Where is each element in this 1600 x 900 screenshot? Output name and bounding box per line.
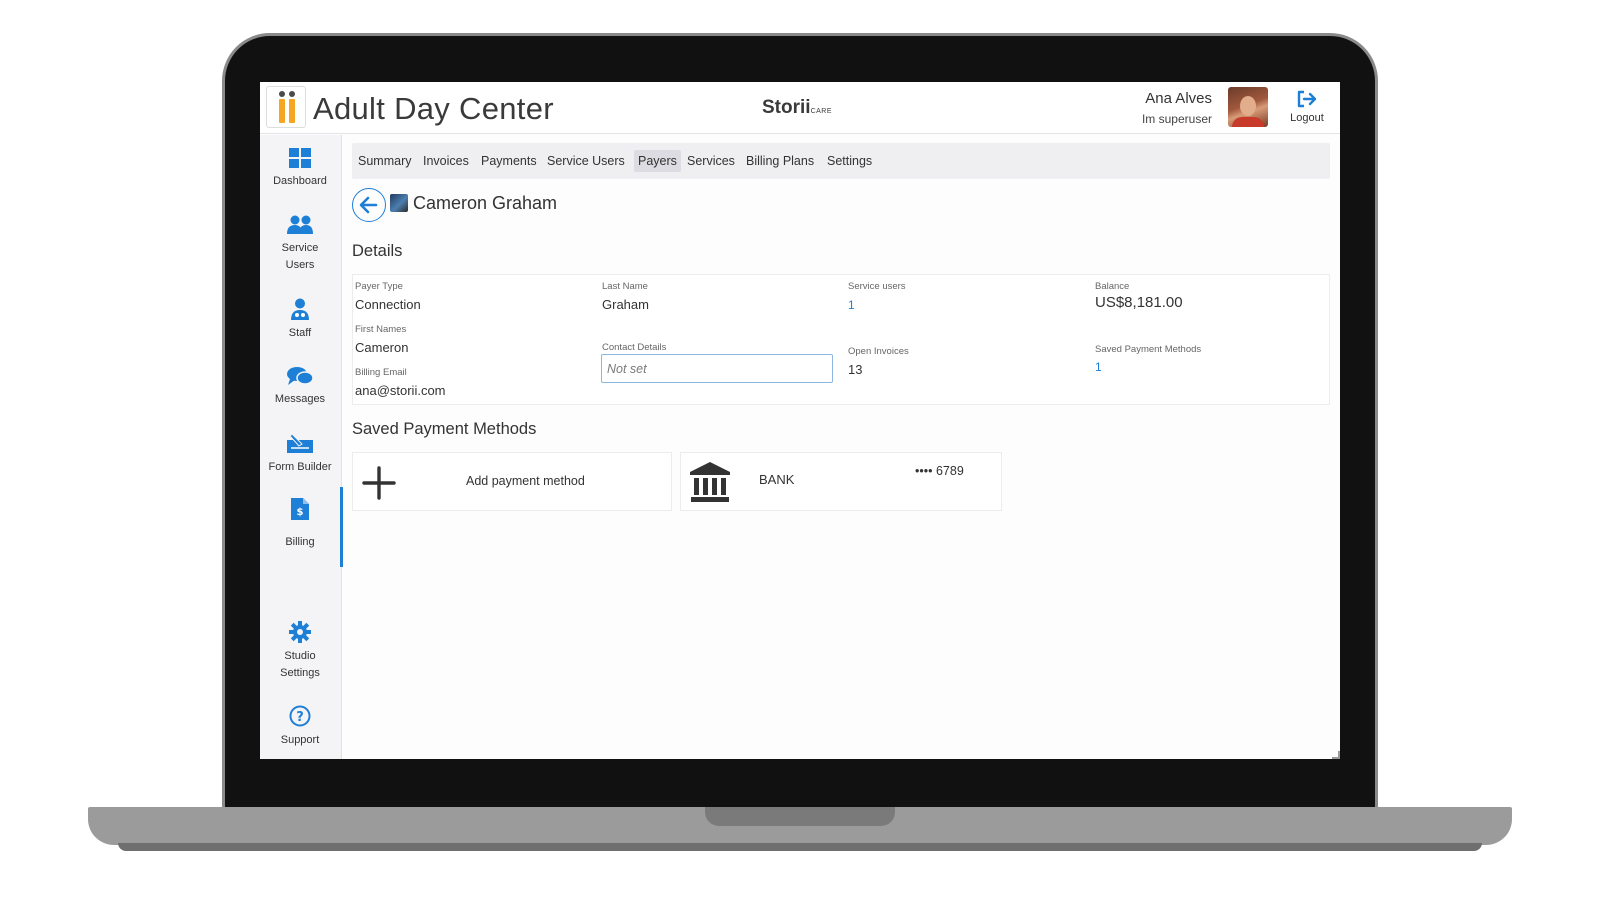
top-header: Adult Day Center StoriiCARE Ana Alves Im…	[260, 82, 1340, 134]
sidebar-active-indicator	[340, 487, 343, 567]
add-payment-method-label: Add payment method	[466, 474, 585, 488]
sidebar-item-studio-settings[interactable]: Studio Settings	[260, 621, 340, 682]
app-screen: Adult Day Center StoriiCARE Ana Alves Im…	[260, 82, 1340, 759]
form-builder-icon	[287, 433, 313, 453]
saved-payment-methods-title: Saved Payment Methods	[352, 420, 537, 438]
first-names-value: Cameron	[355, 340, 409, 355]
brand-logo: StoriiCARE	[762, 97, 832, 119]
sidebar-item-staff[interactable]: Staff	[260, 298, 340, 342]
users-icon	[287, 215, 313, 234]
resize-corner	[1332, 751, 1340, 759]
svg-text:$: $	[297, 507, 304, 518]
tab-billing-plans[interactable]: Billing Plans	[742, 150, 818, 172]
svg-text:?: ?	[296, 710, 304, 725]
app-title: Adult Day Center	[313, 91, 554, 126]
gear-icon	[289, 621, 311, 643]
billing-icon: $	[291, 498, 309, 520]
tab-service-users[interactable]: Service Users	[543, 150, 629, 172]
sidebar-item-label: Staff	[288, 327, 312, 339]
brand-sub: CARE	[810, 108, 833, 115]
sidebar-item-form-builder[interactable]: Form Builder	[260, 432, 340, 476]
balance-value: US$8,181.00	[1095, 294, 1183, 311]
app-logo[interactable]	[266, 86, 306, 128]
saved-methods-label: Saved Payment Methods	[1095, 344, 1202, 355]
tab-settings[interactable]: Settings	[823, 150, 876, 172]
payer-type-label: Payer Type	[355, 281, 403, 292]
service-users-label: Service users	[848, 281, 906, 292]
tab-summary[interactable]: Summary	[354, 150, 415, 172]
laptop-notch	[705, 807, 895, 826]
sidebar-item-label: Messages	[274, 393, 326, 405]
back-button[interactable]	[352, 188, 386, 222]
bank-account-number: •••• 6789	[915, 464, 964, 478]
question-icon: ?	[289, 705, 311, 727]
details-panel	[352, 274, 1330, 405]
sidebar-item-support[interactable]: ? Support	[260, 705, 340, 749]
sidebar-item-dashboard[interactable]: Dashboard	[260, 148, 340, 190]
payer-avatar	[390, 194, 408, 212]
user-name: Ana Alves	[1145, 90, 1212, 107]
sidebar: Dashboard Service Users Staff Messages F…	[260, 135, 343, 759]
chat-icon	[287, 367, 313, 385]
payer-name: Cameron Graham	[413, 193, 558, 213]
contact-details-field[interactable]: Not set	[601, 354, 833, 383]
tab-payers[interactable]: Payers	[634, 150, 681, 172]
payer-type-value: Connection	[355, 297, 421, 312]
contact-details-placeholder: Not set	[607, 362, 647, 376]
sidebar-item-label: Service Users	[281, 242, 319, 271]
bank-icon	[690, 462, 730, 502]
arrow-left-icon	[359, 196, 378, 214]
balance-label: Balance	[1095, 281, 1130, 292]
sidebar-item-label: Studio Settings	[280, 650, 320, 679]
add-payment-method-card[interactable]: Add payment method	[352, 452, 672, 511]
tab-payments[interactable]: Payments	[477, 150, 541, 172]
sidebar-item-billing[interactable]: $ Billing	[260, 498, 340, 551]
logout-button[interactable]: Logout	[1282, 88, 1332, 130]
logout-label: Logout	[1290, 112, 1324, 124]
contact-details-label: Contact Details	[602, 342, 667, 353]
sidebar-item-service-users[interactable]: Service Users	[260, 215, 340, 274]
last-name-value: Graham	[602, 297, 649, 312]
billing-email-label: Billing Email	[355, 367, 407, 378]
last-name-label: Last Name	[602, 281, 648, 292]
laptop-base-shadow	[118, 843, 1482, 851]
saved-methods-link[interactable]: 1	[1095, 360, 1102, 374]
tab-invoices[interactable]: Invoices	[419, 150, 473, 172]
grid-icon	[289, 148, 311, 168]
open-invoices-value: 13	[848, 362, 863, 377]
sidebar-item-label: Support	[280, 734, 320, 746]
sidebar-item-label: Dashboard	[273, 175, 327, 187]
bank-label: BANK	[759, 472, 795, 487]
sidebar-item-label: Form Builder	[268, 461, 332, 473]
logout-icon	[1297, 90, 1317, 108]
tab-services[interactable]: Services	[683, 150, 739, 172]
brand-main: Storii	[762, 97, 811, 118]
details-title: Details	[352, 242, 403, 260]
service-users-link[interactable]: 1	[848, 298, 855, 312]
billing-tabs: Summary Invoices Payments Service Users …	[352, 143, 1330, 179]
first-names-label: First Names	[355, 324, 407, 335]
billing-email-value: ana@storii.com	[355, 383, 446, 398]
plus-icon	[362, 466, 396, 500]
sidebar-item-label: Billing	[285, 536, 315, 548]
sidebar-item-messages[interactable]: Messages	[260, 366, 340, 408]
open-invoices-label: Open Invoices	[848, 346, 909, 357]
staff-icon	[291, 298, 309, 320]
avatar[interactable]	[1228, 87, 1268, 127]
user-role: Im superuser	[1141, 112, 1212, 126]
bank-payment-method-card[interactable]: BANK •••• 6789	[680, 452, 1002, 511]
